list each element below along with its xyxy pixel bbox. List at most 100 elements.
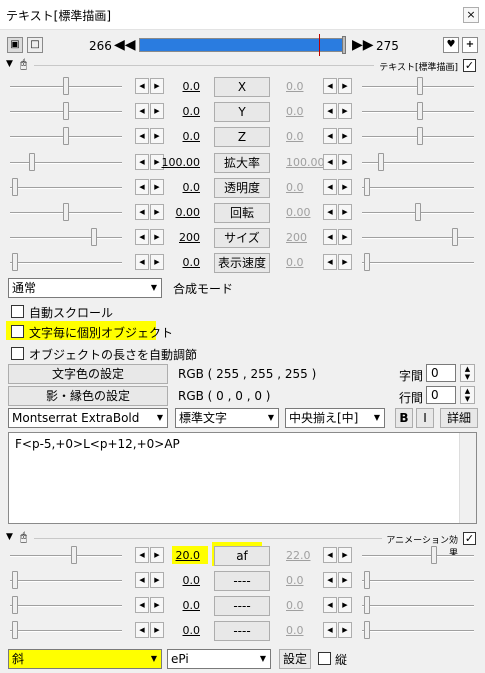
next-frame-button[interactable]: ▶▶ bbox=[352, 37, 374, 53]
shadow-color-button[interactable]: 影・縁色の設定 bbox=[8, 386, 168, 406]
collapse-arrow-icon[interactable]: ▼ bbox=[6, 532, 13, 542]
decrement-arrow-icon[interactable]: ◀ bbox=[135, 254, 149, 271]
param-right-slider-track[interactable] bbox=[362, 262, 474, 265]
anim-param-left-slider-track[interactable] bbox=[10, 580, 122, 582]
param-left-value[interactable]: 0.0 bbox=[156, 181, 201, 194]
param-left-slider-track[interactable] bbox=[10, 262, 122, 265]
anim-settings-button[interactable]: 設定 bbox=[279, 649, 311, 669]
decrement-arrow-icon[interactable]: ◀ bbox=[135, 622, 149, 638]
anim-param-left-slider-track[interactable] bbox=[10, 605, 122, 607]
anim-param-left-slider-handle[interactable] bbox=[12, 621, 18, 639]
decrement-arrow-icon[interactable]: ◀ bbox=[323, 178, 337, 195]
anim-param-right-slider-track[interactable] bbox=[362, 630, 474, 632]
anim-param-name-button[interactable]: ---- bbox=[214, 571, 270, 591]
increment-arrow-icon[interactable]: ▶ bbox=[338, 229, 352, 246]
decrement-arrow-icon[interactable]: ◀ bbox=[323, 254, 337, 271]
anim-script-select[interactable]: ePi ▼ bbox=[167, 649, 271, 669]
decrement-arrow-icon[interactable]: ◀ bbox=[323, 128, 337, 145]
anim-param-left-value[interactable]: 0.0 bbox=[156, 574, 201, 587]
dropper-icon[interactable]: ♥ bbox=[443, 37, 459, 53]
decrement-arrow-icon[interactable]: ◀ bbox=[323, 547, 337, 563]
param-name-button[interactable]: 回転 bbox=[214, 203, 270, 223]
param-name-button[interactable]: 拡大率 bbox=[214, 152, 270, 173]
increment-arrow-icon[interactable]: ▶ bbox=[338, 572, 352, 588]
decrement-arrow-icon[interactable]: ◀ bbox=[323, 103, 337, 120]
anim-param-left-slider-handle[interactable] bbox=[12, 596, 18, 614]
text-content-area[interactable]: F<p-5,+0>L<p+12,+0>AP bbox=[8, 432, 477, 524]
text-scrollbar[interactable] bbox=[459, 433, 476, 523]
decrement-arrow-icon[interactable]: ◀ bbox=[323, 204, 337, 220]
decrement-arrow-icon[interactable]: ◀ bbox=[323, 153, 337, 170]
param-name-button[interactable]: 表示速度 bbox=[214, 253, 270, 274]
param-left-value[interactable]: 0.0 bbox=[156, 256, 201, 269]
decrement-arrow-icon[interactable]: ◀ bbox=[135, 204, 149, 220]
param-left-value[interactable]: 0.0 bbox=[156, 105, 201, 118]
param-left-slider-handle[interactable] bbox=[63, 203, 69, 221]
prev-frame-button[interactable]: ◀◀ bbox=[114, 37, 136, 53]
timeline-track[interactable] bbox=[139, 38, 344, 52]
increment-arrow-icon[interactable]: ▶ bbox=[338, 128, 352, 145]
timeline-handle[interactable] bbox=[342, 36, 346, 54]
anim-param-left-slider-handle[interactable] bbox=[12, 571, 18, 589]
anim-param-right-slider-handle[interactable] bbox=[431, 546, 437, 564]
anim-param-name-button[interactable]: ---- bbox=[214, 596, 270, 616]
film-icon[interactable]: ▣ bbox=[7, 37, 23, 53]
anim-param-right-slider-handle[interactable] bbox=[364, 571, 370, 589]
decrement-arrow-icon[interactable]: ◀ bbox=[323, 229, 337, 246]
decrement-arrow-icon[interactable]: ◀ bbox=[135, 547, 149, 563]
increment-arrow-icon[interactable]: ▶ bbox=[338, 547, 352, 563]
blend-mode-select[interactable]: 通常 ▼ bbox=[8, 278, 162, 298]
anim-type-select[interactable]: 斜 ▼ bbox=[8, 649, 162, 669]
decrement-arrow-icon[interactable]: ◀ bbox=[135, 572, 149, 588]
detail-button[interactable]: 詳細 bbox=[440, 408, 478, 428]
anim-param-left-value[interactable]: 0.0 bbox=[156, 624, 201, 637]
param-right-slider-track[interactable] bbox=[362, 186, 474, 189]
param-left-slider-handle[interactable] bbox=[63, 127, 69, 146]
auto-scroll-checkbox[interactable] bbox=[11, 305, 24, 318]
param-left-value[interactable]: 100.00 bbox=[156, 156, 201, 169]
decrement-arrow-icon[interactable]: ◀ bbox=[323, 78, 337, 94]
anim-param-left-slider-track[interactable] bbox=[10, 555, 122, 557]
up-icon[interactable]: ▲ bbox=[465, 387, 470, 395]
param-left-slider-handle[interactable] bbox=[91, 228, 97, 247]
param-left-slider-track[interactable] bbox=[10, 237, 122, 240]
anim-param-name-button[interactable]: af bbox=[214, 546, 270, 566]
param-name-button[interactable]: Y bbox=[214, 102, 270, 123]
increment-arrow-icon[interactable]: ▶ bbox=[338, 103, 352, 120]
decrement-arrow-icon[interactable]: ◀ bbox=[323, 597, 337, 613]
param-name-button[interactable]: Z bbox=[214, 127, 270, 148]
decrement-arrow-icon[interactable]: ◀ bbox=[135, 128, 149, 145]
anim-param-left-slider-handle[interactable] bbox=[71, 546, 77, 564]
char-spacing-input[interactable]: 0 bbox=[426, 364, 456, 382]
anim-param-left-value[interactable]: 20.0 bbox=[156, 549, 201, 562]
camera-icon[interactable]: □ bbox=[27, 37, 43, 53]
auto-length-checkbox[interactable] bbox=[11, 347, 24, 360]
param-right-slider-handle[interactable] bbox=[364, 177, 370, 196]
anim-param-right-slider-track[interactable] bbox=[362, 605, 474, 607]
vertical-checkbox[interactable] bbox=[318, 652, 331, 665]
italic-button[interactable]: I bbox=[416, 408, 434, 428]
anim-param-name-button[interactable]: ---- bbox=[214, 621, 270, 641]
anim-param-right-slider-handle[interactable] bbox=[364, 621, 370, 639]
char-spacing-spinner[interactable]: ▲ ▼ bbox=[460, 364, 475, 382]
increment-arrow-icon[interactable]: ▶ bbox=[338, 204, 352, 220]
decrement-arrow-icon[interactable]: ◀ bbox=[135, 78, 149, 94]
collapse-arrow-icon[interactable]: ▼ bbox=[6, 59, 13, 69]
param-left-slider-handle[interactable] bbox=[29, 152, 35, 171]
close-button[interactable]: × bbox=[463, 7, 479, 23]
param-left-value[interactable]: 200 bbox=[156, 231, 200, 244]
param-left-slider-track[interactable] bbox=[10, 161, 122, 164]
param-right-slider-handle[interactable] bbox=[417, 77, 423, 95]
decrement-arrow-icon[interactable]: ◀ bbox=[323, 622, 337, 638]
align-select[interactable]: 中央揃え[中] ▼ bbox=[285, 408, 385, 428]
text-section-enable-checkbox[interactable]: ✓ bbox=[463, 59, 476, 72]
increment-arrow-icon[interactable]: ▶ bbox=[338, 254, 352, 271]
param-left-slider-track[interactable] bbox=[10, 186, 122, 189]
param-name-button[interactable]: サイズ bbox=[214, 228, 270, 249]
text-color-button[interactable]: 文字色の設定 bbox=[8, 364, 168, 384]
decrement-arrow-icon[interactable]: ◀ bbox=[135, 178, 149, 195]
increment-arrow-icon[interactable]: ▶ bbox=[338, 622, 352, 638]
per-char-object-checkbox[interactable] bbox=[11, 325, 24, 338]
font-family-select[interactable]: Montserrat ExtraBold ▼ bbox=[8, 408, 168, 428]
param-left-value[interactable]: 0.0 bbox=[156, 130, 201, 143]
